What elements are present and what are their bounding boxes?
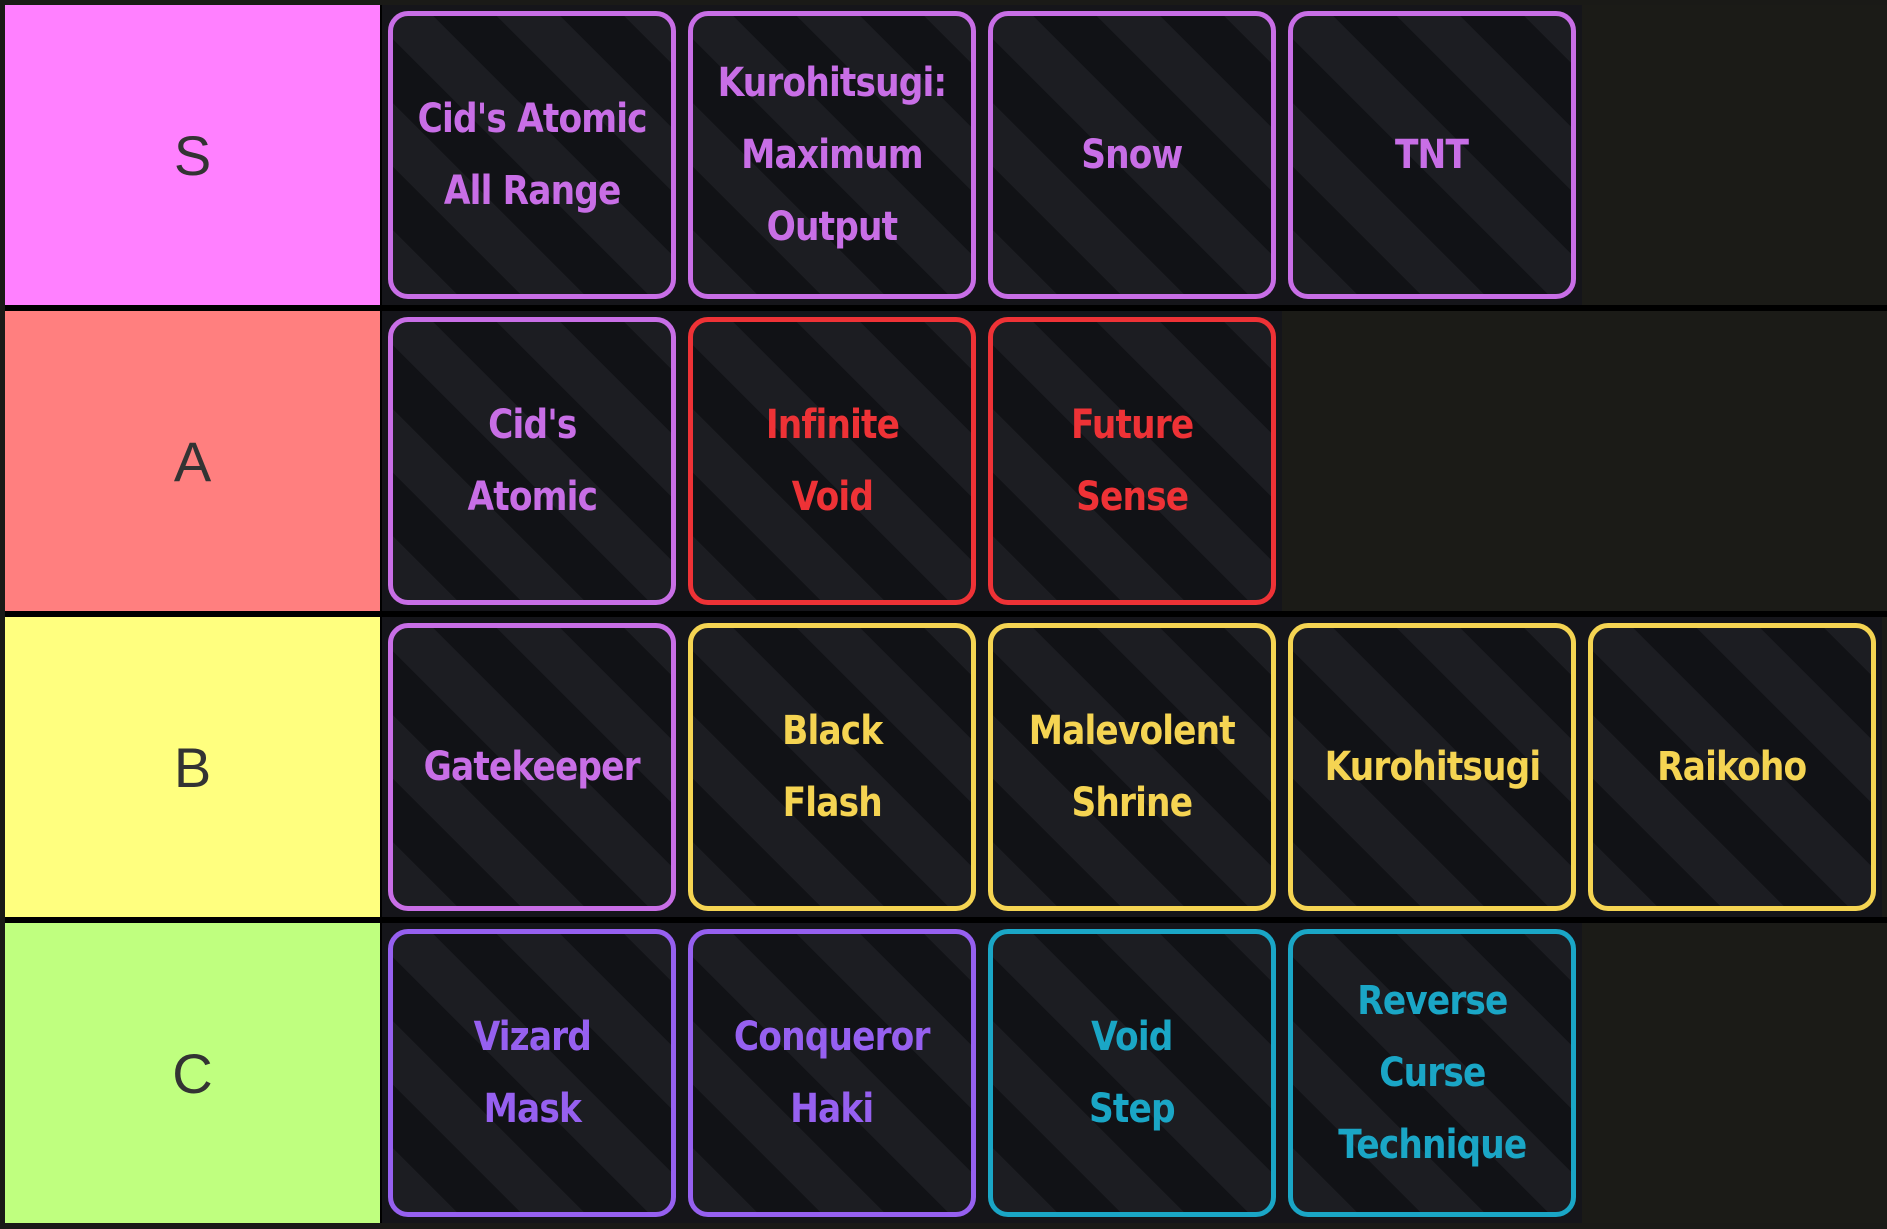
tier-item-name: Gatekeeper (423, 744, 641, 790)
tier-row-a: A Cid's Atomic Infinite Void Future Sense (5, 311, 1887, 611)
tier-label-s[interactable]: S (5, 5, 380, 305)
tier-item-name: TNT (1395, 132, 1469, 178)
tier-item[interactable]: Black Flash (682, 617, 982, 917)
tier-item-name: Malevolent Shrine (1028, 708, 1236, 826)
tier-item[interactable]: Gatekeeper (382, 617, 682, 917)
tier-item-name: Infinite Void (765, 402, 899, 520)
tier-row-s: S Cid's Atomic All Range Kurohitsugi: Max… (5, 5, 1887, 305)
tier-items-c[interactable]: Vizard Mask Conqueror Haki Void Step Revers… (382, 923, 1887, 1223)
tier-item[interactable]: Malevolent Shrine (982, 617, 1282, 917)
tier-item-card: TNT (1288, 11, 1576, 299)
tier-item-card: Malevolent Shrine (988, 623, 1276, 911)
tier-label-c[interactable]: C (5, 923, 380, 1223)
tier-item-card: Infinite Void (688, 317, 976, 605)
tier-row-b: B Gatekeeper Black Flash Malevolent Shrine… (5, 617, 1887, 917)
tier-item-name: Void Step (1089, 1014, 1176, 1132)
tier-item-name: Kurohitsugi (1324, 744, 1541, 790)
tier-items-s[interactable]: Cid's Atomic All Range Kurohitsugi: Maxim… (382, 5, 1887, 305)
tier-item-name: Conqueror Haki (734, 1014, 930, 1132)
tier-item-card: Future Sense (988, 317, 1276, 605)
tier-list: S Cid's Atomic All Range Kurohitsugi: Max… (5, 5, 1887, 1223)
tier-item-card: Cid's Atomic (388, 317, 676, 605)
tier-item[interactable]: Conqueror Haki (682, 923, 982, 1223)
tier-item[interactable]: Snow (982, 5, 1282, 305)
tier-item-card: Kurohitsugi (1288, 623, 1576, 911)
tier-item[interactable]: Cid's Atomic (382, 311, 682, 611)
tier-row-c: C Vizard Mask Conqueror Haki Void Step Reve… (5, 923, 1887, 1223)
tier-label-a[interactable]: A (5, 311, 380, 611)
tier-item-name: Raikoho (1657, 744, 1807, 790)
tier-label-b[interactable]: B (5, 617, 380, 917)
tier-item[interactable]: Kurohitsugi: Maximum Output (682, 5, 982, 305)
tier-item-name: Black Flash (781, 708, 883, 826)
tier-item[interactable]: Vizard Mask (382, 923, 682, 1223)
tier-item[interactable]: Void Step (982, 923, 1282, 1223)
tier-item[interactable]: Raikoho (1582, 617, 1882, 917)
tier-item-card: Kurohitsugi: Maximum Output (688, 11, 976, 299)
tier-item[interactable]: Future Sense (982, 311, 1282, 611)
tier-item-name: Cid's Atomic (467, 402, 597, 520)
tier-item-card: Snow (988, 11, 1276, 299)
tier-item-name: Reverse Curse Technique (1337, 978, 1527, 1168)
tier-item-name: Cid's Atomic All Range (417, 96, 647, 214)
tier-item-name: Snow (1081, 132, 1183, 178)
tier-item[interactable]: Reverse Curse Technique (1282, 923, 1582, 1223)
tier-item-card: Cid's Atomic All Range (388, 11, 676, 299)
tier-items-b[interactable]: Gatekeeper Black Flash Malevolent Shrine Ku… (382, 617, 1887, 917)
tier-item-name: Vizard Mask (473, 1014, 591, 1132)
tier-item[interactable]: TNT (1282, 5, 1582, 305)
tier-item[interactable]: Kurohitsugi (1282, 617, 1582, 917)
tier-item-card: Vizard Mask (388, 929, 676, 1217)
tier-item-card: Void Step (988, 929, 1276, 1217)
tier-item-name: Future Sense (1070, 402, 1194, 520)
tier-item-card: Reverse Curse Technique (1288, 929, 1576, 1217)
tier-item[interactable]: Infinite Void (682, 311, 982, 611)
tier-item-card: Raikoho (1588, 623, 1876, 911)
tier-item-card: Black Flash (688, 623, 976, 911)
tier-item-name: Kurohitsugi: Maximum Output (717, 60, 948, 250)
tier-item-card: Conqueror Haki (688, 929, 976, 1217)
tier-item-card: Gatekeeper (388, 623, 676, 911)
tier-item[interactable]: Cid's Atomic All Range (382, 5, 682, 305)
tier-items-a[interactable]: Cid's Atomic Infinite Void Future Sense (382, 311, 1887, 611)
